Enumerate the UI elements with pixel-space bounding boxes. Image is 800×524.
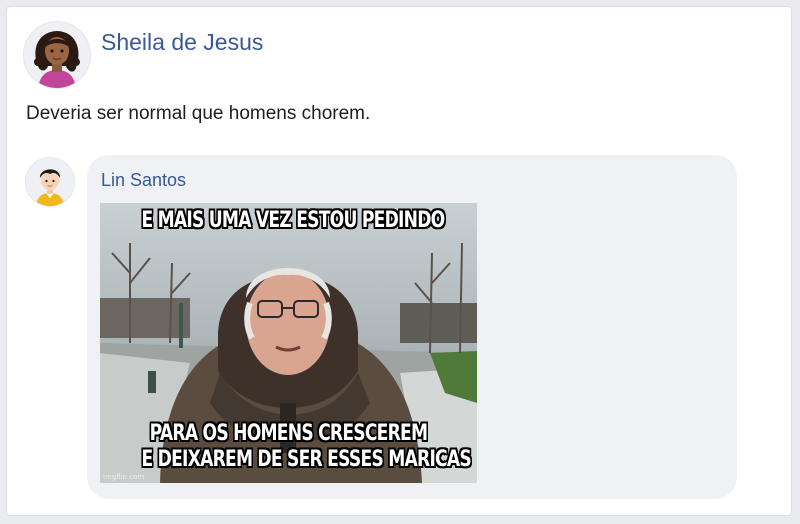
comment-bubble: Lin Santos E MAIS UMA VEZ ESTOU PEDINDO … <box>87 155 737 499</box>
meme-bottom-caption-line2: E DEIXAREM DE SER ESSES MARICAS <box>141 447 471 472</box>
commenter-avatar[interactable] <box>25 157 75 207</box>
post-author-name[interactable]: Sheila de Jesus <box>101 29 263 56</box>
meme-image[interactable]: E MAIS UMA VEZ ESTOU PEDINDO PARA OS HOM… <box>100 203 477 483</box>
woman-avatar-icon <box>24 22 90 88</box>
man-avatar-icon <box>26 158 74 206</box>
meme-bottom-caption-line1: PARA OS HOMENS CRESCEREM <box>149 421 428 446</box>
comment-author-name[interactable]: Lin Santos <box>101 170 186 191</box>
meme-top-caption: E MAIS UMA VEZ ESTOU PEDINDO <box>141 208 445 233</box>
meme-watermark: imgflip.com <box>103 473 145 481</box>
author-avatar[interactable] <box>23 21 91 89</box>
post-text: Deveria ser normal que homens chorem. <box>26 103 371 124</box>
post-card: Sheila de Jesus Deveria ser normal que h… <box>6 6 792 516</box>
